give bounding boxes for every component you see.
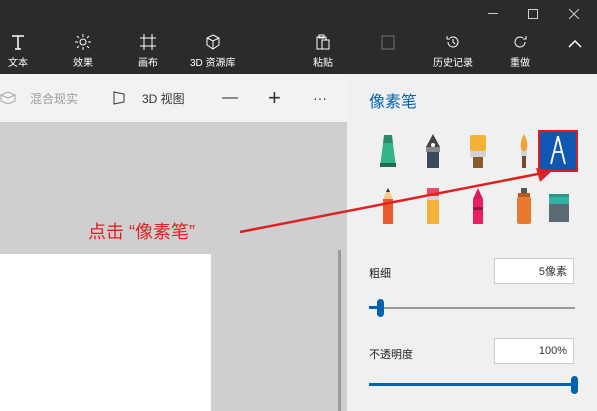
ribbon: 文本 效果 画布 3D 资源库 粘贴 历史记录 重做 <box>0 28 597 74</box>
opacity-slider-fill <box>369 383 574 386</box>
instruction-annotation: 点击 “像素笔” <box>88 222 195 242</box>
clipboard-icon <box>381 35 395 50</box>
mixed-reality-label: 混合现实 <box>30 91 79 106</box>
title-bar <box>0 0 597 28</box>
oil-brush-button[interactable] <box>459 131 497 171</box>
paste-button[interactable]: 粘贴 <box>313 32 333 69</box>
opacity-input[interactable]: 100% <box>494 338 574 364</box>
thickness-input[interactable]: 5像素 <box>494 258 574 284</box>
text-icon <box>12 35 24 50</box>
crayon-button[interactable] <box>459 186 497 226</box>
history-button[interactable]: 历史记录 <box>433 32 473 69</box>
canvas-button[interactable]: 画布 <box>138 32 158 69</box>
pencil-button[interactable] <box>369 186 407 226</box>
calligraphy-pen-icon <box>426 134 440 168</box>
redo-label: 重做 <box>510 58 530 69</box>
panel-title: 像素笔 <box>369 94 418 111</box>
collapse-ribbon-button[interactable] <box>568 40 582 48</box>
redo-button[interactable]: 重做 <box>510 32 530 69</box>
maximize-icon <box>528 9 538 19</box>
eraser-icon <box>427 188 439 224</box>
pixel-pen-button[interactable] <box>538 130 578 172</box>
drawing-canvas[interactable] <box>0 254 211 411</box>
paste-disabled-button[interactable] <box>380 32 396 52</box>
eraser-button[interactable] <box>414 186 452 226</box>
canvas-icon <box>140 34 156 50</box>
fill-bucket-icon <box>549 194 569 222</box>
watercolor-icon <box>520 134 528 168</box>
pencil-icon <box>383 188 393 224</box>
minimize-button[interactable] <box>475 0 511 28</box>
3d-view-label: 3D 视图 <box>142 91 185 106</box>
canvas-label: 画布 <box>138 58 158 69</box>
text-tool-label: 文本 <box>8 58 28 69</box>
marker-icon <box>380 135 396 167</box>
more-icon: ··· <box>313 90 327 106</box>
fill-bucket-button[interactable] <box>540 186 578 226</box>
calligraphy-pen-button[interactable] <box>414 131 452 171</box>
pixel-pen-icon <box>550 135 566 165</box>
close-icon <box>569 9 579 19</box>
zoom-out-button[interactable]: — <box>222 74 238 122</box>
chevron-up-icon <box>568 40 582 48</box>
oil-brush-icon <box>470 135 486 168</box>
opacity-slider-thumb[interactable] <box>571 376 578 394</box>
spray-can-icon <box>517 188 531 224</box>
3d-library-icon <box>206 34 220 50</box>
paste-label: 粘贴 <box>313 58 333 69</box>
marker-brush-button[interactable] <box>369 131 407 171</box>
close-button[interactable] <box>556 0 592 28</box>
spray-can-button[interactable] <box>505 186 543 226</box>
text-tool-button[interactable]: 文本 <box>8 32 28 69</box>
thickness-slider-track[interactable] <box>369 307 575 309</box>
history-icon <box>446 36 459 48</box>
history-label: 历史记录 <box>433 58 473 69</box>
mixed-reality-icon <box>0 91 16 105</box>
effects-label: 效果 <box>73 58 93 69</box>
3d-view-icon <box>113 91 125 105</box>
3d-view-button[interactable]: 3D 视图 <box>112 74 185 122</box>
crayon-icon <box>473 188 483 224</box>
zoom-in-icon: + <box>268 85 281 110</box>
effects-button[interactable]: 效果 <box>73 32 93 69</box>
effects-icon <box>75 34 91 50</box>
3d-library-button[interactable]: 3D 资源库 <box>190 32 236 69</box>
more-button[interactable]: ··· <box>313 74 327 122</box>
paste-icon <box>316 34 330 50</box>
maximize-button[interactable] <box>515 0 551 28</box>
3d-library-label: 3D 资源库 <box>190 58 236 69</box>
zoom-out-icon: — <box>222 89 238 106</box>
mixed-reality-button[interactable]: 混合现实 <box>0 74 78 122</box>
thickness-slider-thumb[interactable] <box>377 299 385 317</box>
vertical-scrollbar[interactable] <box>338 250 341 411</box>
thickness-label: 粗细 <box>369 268 391 280</box>
zoom-in-button[interactable]: + <box>268 74 281 122</box>
redo-icon <box>514 36 527 48</box>
opacity-label: 不透明度 <box>369 349 413 361</box>
minimize-icon <box>488 13 498 14</box>
view-toolbar: 混合现实 3D 视图 — + ··· <box>0 74 347 122</box>
